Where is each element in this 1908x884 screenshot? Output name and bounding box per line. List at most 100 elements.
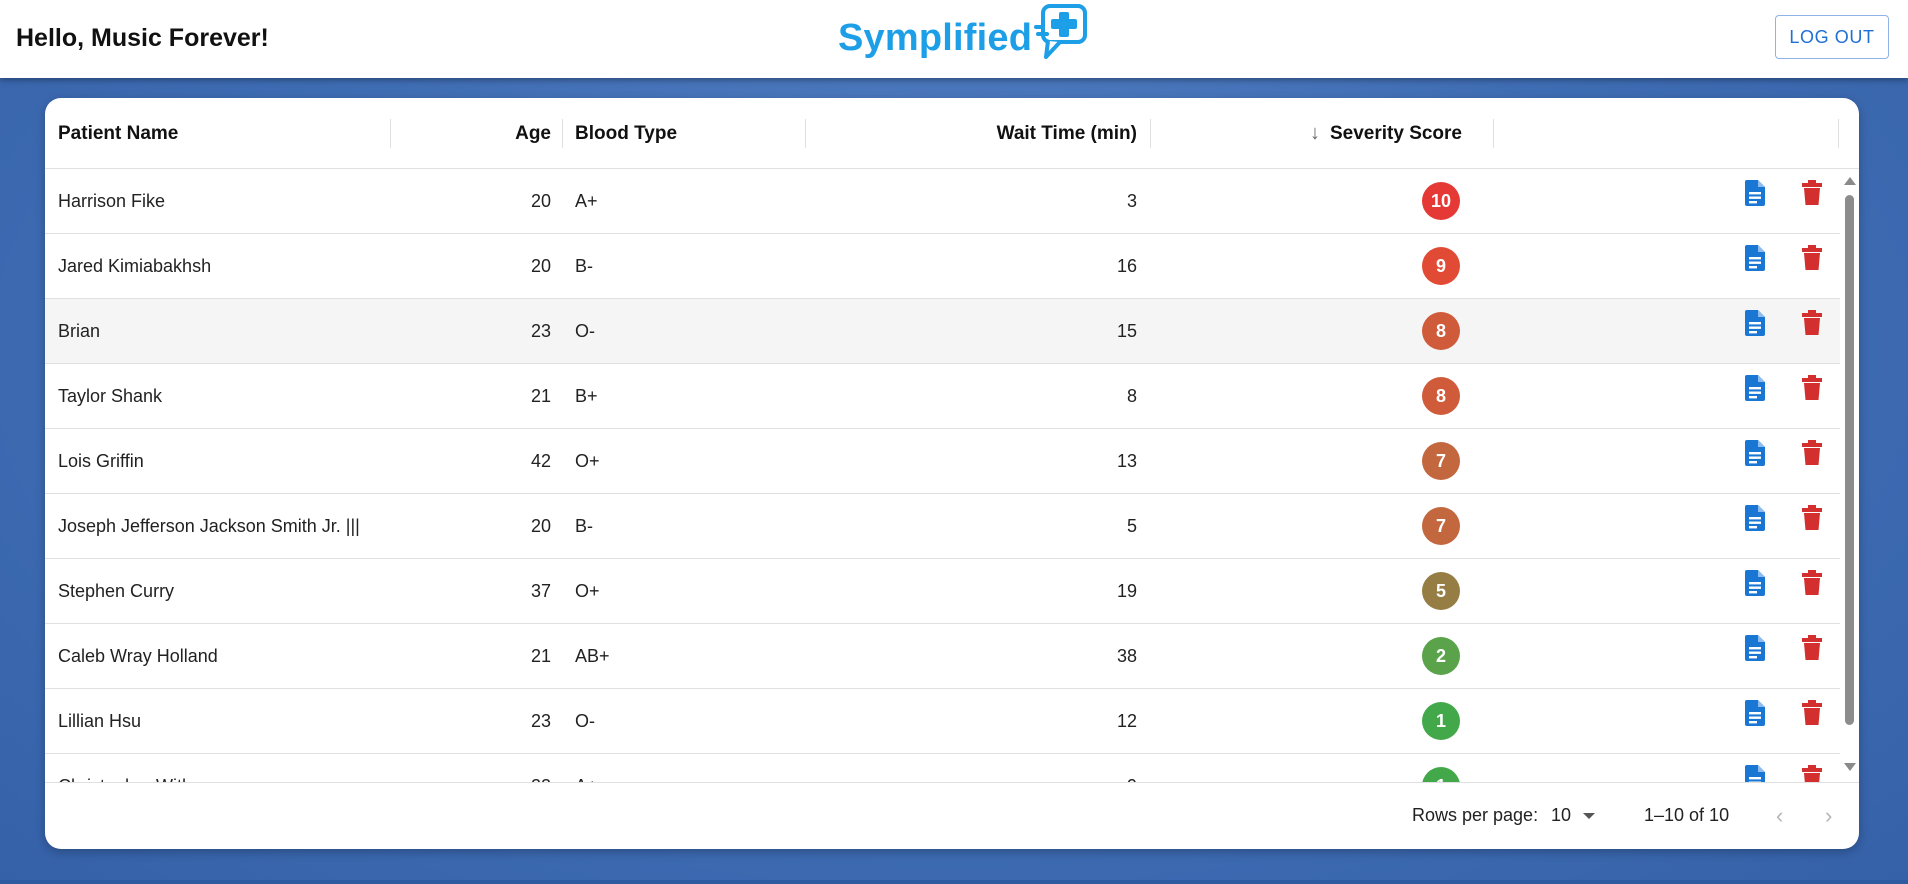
table-row[interactable]: Christopher Withee 22 A+ 9 1 bbox=[45, 754, 1859, 782]
table-row[interactable]: Brian 23 O- 15 8 bbox=[45, 299, 1859, 364]
table-row[interactable]: Stephen Curry 37 O+ 19 5 bbox=[45, 559, 1859, 624]
table-row[interactable]: Harrison Fike 20 A+ 3 10 bbox=[45, 169, 1859, 234]
scroll-up-arrow-icon[interactable] bbox=[1844, 177, 1856, 185]
trash-icon[interactable] bbox=[1802, 244, 1822, 276]
document-icon[interactable] bbox=[1743, 179, 1767, 212]
patient-name-cell: Joseph Jefferson Jackson Smith Jr. ||| bbox=[58, 515, 360, 536]
column-header-severity-score[interactable]: ↓ Severity Score bbox=[1150, 98, 1462, 169]
document-icon[interactable] bbox=[1743, 309, 1767, 342]
severity-badge: 10 bbox=[1422, 182, 1460, 220]
delete-patient-button[interactable] bbox=[1792, 423, 1832, 487]
blood-type-cell: O- bbox=[575, 710, 595, 731]
trash-icon[interactable] bbox=[1802, 374, 1822, 406]
patient-name-cell: Caleb Wray Holland bbox=[58, 645, 218, 666]
wait-time-cell: 9 bbox=[805, 754, 1137, 783]
scroll-down-arrow-icon[interactable] bbox=[1844, 763, 1856, 771]
delete-patient-button[interactable] bbox=[1792, 488, 1832, 552]
wait-time-cell: 3 bbox=[1126, 190, 1137, 211]
delete-patient-button[interactable] bbox=[1792, 358, 1832, 422]
next-page-icon[interactable]: › bbox=[1825, 803, 1832, 829]
wait-time-cell: 12 bbox=[1116, 710, 1137, 731]
table-row[interactable]: Lillian Hsu 23 O- 12 1 bbox=[45, 689, 1859, 754]
severity-badge: 5 bbox=[1422, 572, 1460, 610]
severity-cell: 1 bbox=[1421, 754, 1461, 782]
document-icon[interactable] bbox=[1743, 699, 1767, 732]
patient-name-cell: Taylor Shank bbox=[58, 385, 163, 406]
column-separator[interactable] bbox=[1493, 119, 1494, 148]
view-record-button[interactable] bbox=[1735, 748, 1775, 782]
table-row[interactable]: Joseph Jefferson Jackson Smith Jr. ||| 20… bbox=[45, 494, 1859, 559]
wait-time-cell: 19 bbox=[1116, 580, 1137, 601]
column-separator[interactable] bbox=[562, 119, 563, 148]
patient-name-cell: Brian bbox=[58, 320, 101, 341]
blood-type-cell: B- bbox=[575, 515, 593, 536]
table-row[interactable]: Jared Kimiabakhsh 20 B- 16 9 bbox=[45, 234, 1859, 299]
trash-icon[interactable] bbox=[1802, 699, 1822, 731]
wait-time-cell: 16 bbox=[1116, 255, 1137, 276]
column-separator[interactable] bbox=[1838, 119, 1839, 148]
document-icon[interactable] bbox=[1743, 764, 1767, 782]
view-record-button[interactable] bbox=[1735, 488, 1775, 552]
view-record-button[interactable] bbox=[1735, 553, 1775, 617]
document-icon[interactable] bbox=[1743, 439, 1767, 472]
trash-icon[interactable] bbox=[1802, 439, 1822, 471]
column-header-age[interactable]: Age bbox=[395, 98, 551, 169]
view-record-button[interactable] bbox=[1735, 228, 1775, 292]
trash-icon[interactable] bbox=[1802, 569, 1822, 601]
document-icon[interactable] bbox=[1743, 504, 1767, 537]
column-header-wait-time[interactable]: Wait Time (min) bbox=[805, 98, 1137, 169]
column-header-blood-type[interactable]: Blood Type bbox=[575, 98, 677, 169]
view-record-button[interactable] bbox=[1735, 293, 1775, 357]
age-cell: 23 bbox=[530, 710, 551, 731]
trash-icon[interactable] bbox=[1802, 179, 1822, 211]
logout-button[interactable]: LOG OUT bbox=[1775, 15, 1889, 59]
age-cell: 23 bbox=[530, 320, 551, 341]
scrollbar-thumb[interactable] bbox=[1845, 195, 1854, 725]
wait-time-cell: 8 bbox=[1126, 385, 1137, 406]
document-icon[interactable] bbox=[1743, 634, 1767, 667]
blood-type-cell: O+ bbox=[575, 450, 600, 471]
trash-icon[interactable] bbox=[1802, 504, 1822, 536]
view-record-button[interactable] bbox=[1735, 169, 1775, 227]
column-separator[interactable] bbox=[390, 119, 391, 148]
delete-patient-button[interactable] bbox=[1792, 748, 1832, 782]
document-icon[interactable] bbox=[1743, 244, 1767, 277]
view-record-button[interactable] bbox=[1735, 358, 1775, 422]
delete-patient-button[interactable] bbox=[1792, 228, 1832, 292]
view-record-button[interactable] bbox=[1735, 423, 1775, 487]
delete-patient-button[interactable] bbox=[1792, 683, 1832, 747]
pagination-range: 1–10 of 10 bbox=[1644, 805, 1730, 825]
delete-patient-button[interactable] bbox=[1792, 618, 1832, 682]
blood-type-cell: O+ bbox=[575, 580, 600, 601]
delete-patient-button[interactable] bbox=[1792, 293, 1832, 357]
delete-patient-button[interactable] bbox=[1792, 553, 1832, 617]
blood-type-cell: B- bbox=[575, 255, 593, 276]
column-header-patient-name[interactable]: Patient Name bbox=[58, 98, 178, 169]
trash-icon[interactable] bbox=[1802, 309, 1822, 341]
table-row[interactable]: Caleb Wray Holland 21 AB+ 38 2 bbox=[45, 624, 1859, 689]
severity-badge: 8 bbox=[1422, 312, 1460, 350]
previous-page-icon[interactable]: ‹ bbox=[1776, 803, 1783, 829]
document-icon[interactable] bbox=[1743, 569, 1767, 602]
blood-type-cell: AB+ bbox=[575, 645, 610, 666]
wait-time-cell: 13 bbox=[1116, 450, 1137, 471]
view-record-button[interactable] bbox=[1735, 618, 1775, 682]
sort-descending-icon[interactable]: ↓ bbox=[1310, 122, 1320, 145]
table-row[interactable]: Taylor Shank 21 B+ 8 8 bbox=[45, 364, 1859, 429]
view-record-button[interactable] bbox=[1735, 683, 1775, 747]
symplified-logo: Symplified bbox=[838, 3, 1088, 68]
table-scrollbar[interactable] bbox=[1840, 169, 1859, 782]
severity-cell: 2 bbox=[1421, 624, 1461, 688]
severity-badge: 1 bbox=[1422, 767, 1460, 782]
severity-cell: 8 bbox=[1421, 364, 1461, 428]
document-icon[interactable] bbox=[1743, 374, 1767, 407]
trash-icon[interactable] bbox=[1802, 764, 1822, 782]
rows-per-page-select[interactable]: 10 bbox=[1551, 805, 1596, 826]
table-row[interactable]: Lois Griffin 42 O+ 13 7 bbox=[45, 429, 1859, 494]
blood-type-cell: B+ bbox=[575, 385, 598, 406]
trash-icon[interactable] bbox=[1802, 634, 1822, 666]
blood-type-cell: O- bbox=[575, 320, 595, 341]
age-cell: 21 bbox=[530, 385, 551, 406]
rows-per-page-value: 10 bbox=[1551, 805, 1572, 825]
delete-patient-button[interactable] bbox=[1792, 169, 1832, 227]
